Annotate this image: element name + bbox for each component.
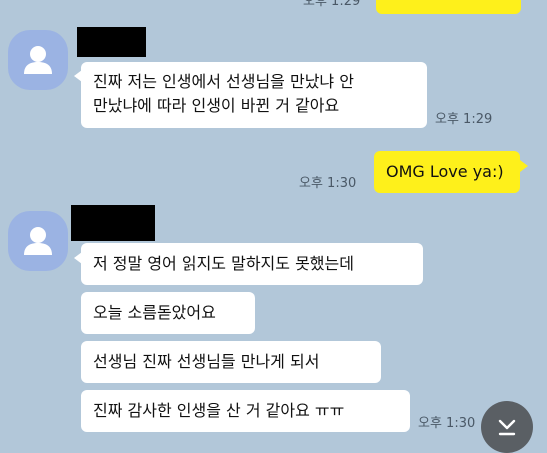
message-time: 오후 1:29 — [435, 112, 493, 127]
sender-avatar[interactable] — [8, 211, 68, 271]
message-text-line: 진짜 저는 인생에서 선생님을 만났냐 안 — [93, 72, 354, 91]
sender-avatar[interactable] — [8, 30, 68, 90]
incoming-bubble[interactable]: 진짜 감사한 인생을 산 거 같아요 ㅠㅠ — [81, 390, 410, 432]
incoming-bubble[interactable]: 진짜 저는 인생에서 선생님을 만났냐 안 만났냐에 따라 인생이 바뀐 거 같… — [81, 62, 427, 128]
chat-room: 오후 1:29 진짜 저는 인생에서 선생님을 만났냐 안 만났냐에 따라 인생… — [0, 0, 547, 453]
message-time: 오후 1:30 — [418, 416, 476, 431]
chevron-down-to-bottom-icon — [498, 419, 516, 436]
default-profile-icon — [24, 46, 52, 74]
message-time: 오후 1:29 — [303, 0, 361, 9]
incoming-bubble[interactable]: 오늘 소름돋았어요 — [81, 292, 255, 334]
sender-name-redacted — [77, 27, 146, 57]
bubble-tail — [520, 160, 528, 172]
message-text-line: 만났냐에 따라 인생이 바뀐 거 같아요 — [93, 96, 340, 115]
incoming-bubble[interactable]: 저 정말 영어 읽지도 말하지도 못했는데 — [81, 243, 423, 285]
scroll-to-bottom-button[interactable] — [481, 401, 533, 453]
default-profile-icon — [24, 227, 52, 255]
message-time: 오후 1:30 — [299, 176, 357, 191]
sender-name-redacted — [71, 205, 155, 241]
incoming-bubble[interactable]: 선생님 진짜 선생님들 만나게 되서 — [81, 341, 381, 383]
outgoing-bubble-partial[interactable] — [376, 0, 521, 14]
outgoing-bubble[interactable]: OMG Love ya:) — [374, 151, 520, 193]
